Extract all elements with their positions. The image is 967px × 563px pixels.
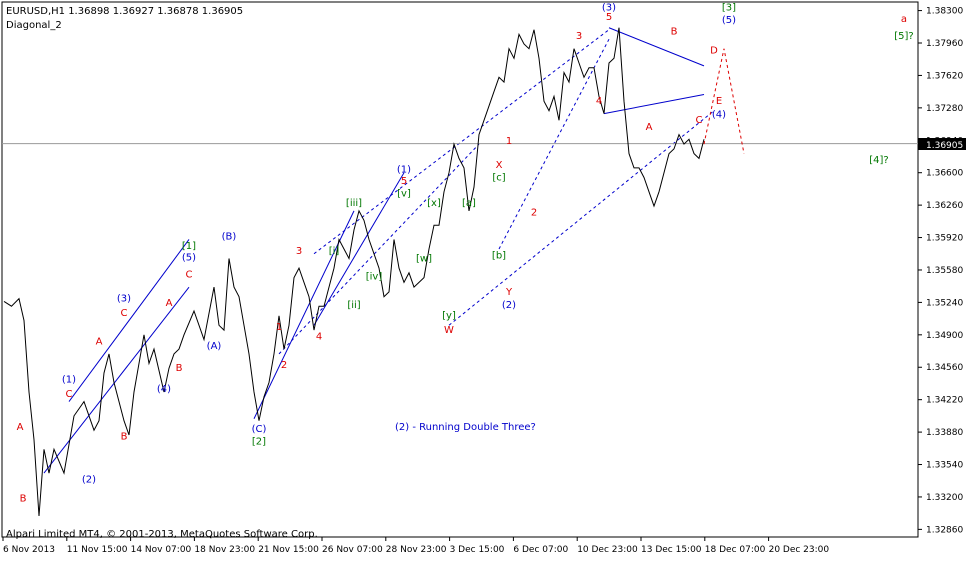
- wave-label: (5): [722, 15, 736, 26]
- wave-label: 4: [316, 332, 322, 343]
- price-chart: 1.383001.379601.376201.372801.369401.366…: [1, 1, 966, 555]
- wave-label: (2): [502, 300, 516, 311]
- wave-note: (2) - Running Double Three?: [395, 422, 536, 433]
- price-axis: 1.383001.379601.376201.372801.369401.366…: [918, 7, 963, 535]
- wave-label: [w]: [416, 253, 432, 264]
- wave-label: 5: [606, 12, 612, 23]
- price-tick-label: 1.34560: [926, 363, 963, 373]
- time-tick-label: 20 Dec 23:00: [769, 545, 830, 555]
- wave-label: A: [17, 422, 24, 433]
- wave-label: 2: [531, 208, 537, 219]
- wave-label: 1: [276, 322, 282, 333]
- price-tick-label: 1.33200: [926, 493, 963, 503]
- wave-label: 2: [281, 360, 287, 371]
- price-tick-label: 1.37280: [926, 104, 963, 114]
- copyright-footer: Alpari Limited MT4, © 2001-2013, MetaQuo…: [6, 529, 318, 540]
- time-tick-label: 26 Nov 07:00: [322, 545, 383, 555]
- wave-label: [iv]: [366, 272, 383, 283]
- price-tick-label: 1.37960: [926, 39, 963, 49]
- wave-label: (1): [397, 165, 411, 176]
- price-tick-label: 1.38300: [926, 7, 963, 17]
- wave-label: (1): [62, 375, 76, 386]
- wave-label: [3]: [722, 3, 736, 14]
- wave-label: (5): [182, 252, 196, 263]
- plot-area: [1, 1, 919, 538]
- wave-label: [4]?: [869, 155, 888, 166]
- time-tick-label: 14 Nov 07:00: [131, 545, 192, 555]
- wave-label: Y: [505, 287, 513, 298]
- time-tick-label: 11 Nov 15:00: [67, 545, 128, 555]
- wave-label: (B): [222, 231, 237, 242]
- wave-label: B: [671, 26, 678, 37]
- time-tick-label: 6 Nov 2013: [3, 545, 55, 555]
- wave-label: [5]?: [894, 31, 913, 42]
- wave-label: [ii]: [347, 300, 360, 311]
- wave-label: 1: [506, 136, 512, 147]
- wave-label: A: [646, 122, 653, 133]
- time-tick-label: 10 Dec 23:00: [577, 545, 638, 555]
- wave-label: [x]: [427, 198, 441, 209]
- wave-label: [iii]: [346, 198, 362, 209]
- wave-label: W: [444, 325, 454, 336]
- wave-label: [2]: [252, 436, 266, 447]
- indicator-name: Diagonal_2: [6, 20, 62, 31]
- wave-label: D: [710, 45, 718, 56]
- price-tick-label: 1.33880: [926, 428, 963, 438]
- time-tick-label: 28 Nov 23:00: [386, 545, 447, 555]
- current-price-label: 1.36905: [926, 141, 963, 151]
- price-tick-label: 1.35240: [926, 298, 963, 308]
- wave-label: C: [121, 308, 128, 319]
- price-tick-label: 1.35580: [926, 266, 963, 276]
- time-tick-label: 18 Dec 07:00: [705, 545, 766, 555]
- time-tick-label: 21 Nov 15:00: [258, 545, 319, 555]
- price-tick-label: 1.36600: [926, 169, 963, 179]
- wave-label: [1]: [182, 241, 196, 252]
- wave-label: (C): [252, 424, 267, 435]
- wave-label: [i]: [329, 246, 340, 257]
- wave-label: B: [176, 363, 183, 374]
- wave-label: [v]: [397, 189, 411, 200]
- wave-label: E: [716, 96, 722, 107]
- wave-label: [c]: [492, 172, 505, 183]
- wave-label: C: [66, 389, 73, 400]
- price-tick-label: 1.33540: [926, 461, 963, 471]
- time-tick-label: 3 Dec 15:00: [450, 545, 505, 555]
- wave-label: [b]: [492, 251, 506, 262]
- price-tick-label: 1.35920: [926, 234, 963, 244]
- wave-label: C: [186, 270, 193, 281]
- wave-label: [a]: [462, 198, 476, 209]
- wave-label: X: [496, 160, 503, 171]
- time-tick-label: 13 Dec 15:00: [641, 545, 702, 555]
- wave-label: B: [121, 432, 128, 443]
- price-tick-label: 1.36260: [926, 201, 963, 211]
- wave-label: A: [166, 298, 173, 309]
- wave-label: a: [901, 14, 907, 25]
- wave-label: (4): [157, 384, 171, 395]
- wave-label: A: [96, 336, 103, 347]
- wave-label: (2): [82, 475, 96, 486]
- wave-label: (3): [117, 293, 131, 304]
- time-tick-label: 6 Dec 07:00: [513, 545, 568, 555]
- wave-label: (A): [207, 341, 222, 352]
- price-tick-label: 1.37620: [926, 71, 963, 81]
- chart-window: 1.383001.379601.376201.372801.369401.366…: [0, 0, 967, 559]
- wave-label: 5: [401, 176, 407, 187]
- wave-label: 3: [296, 246, 302, 257]
- wave-label: [y]: [442, 311, 456, 322]
- wave-label: 4: [596, 96, 602, 107]
- wave-label: C: [696, 115, 703, 126]
- symbol-header: EURUSD,H1 1.36898 1.36927 1.36878 1.3690…: [6, 6, 243, 17]
- price-tick-label: 1.34220: [926, 396, 963, 406]
- wave-label: B: [20, 494, 27, 505]
- price-tick-label: 1.34900: [926, 331, 963, 341]
- time-tick-label: 18 Nov 23:00: [194, 545, 255, 555]
- wave-label: (4): [712, 109, 726, 120]
- wave-label: 3: [576, 31, 582, 42]
- price-tick-label: 1.32860: [926, 525, 963, 535]
